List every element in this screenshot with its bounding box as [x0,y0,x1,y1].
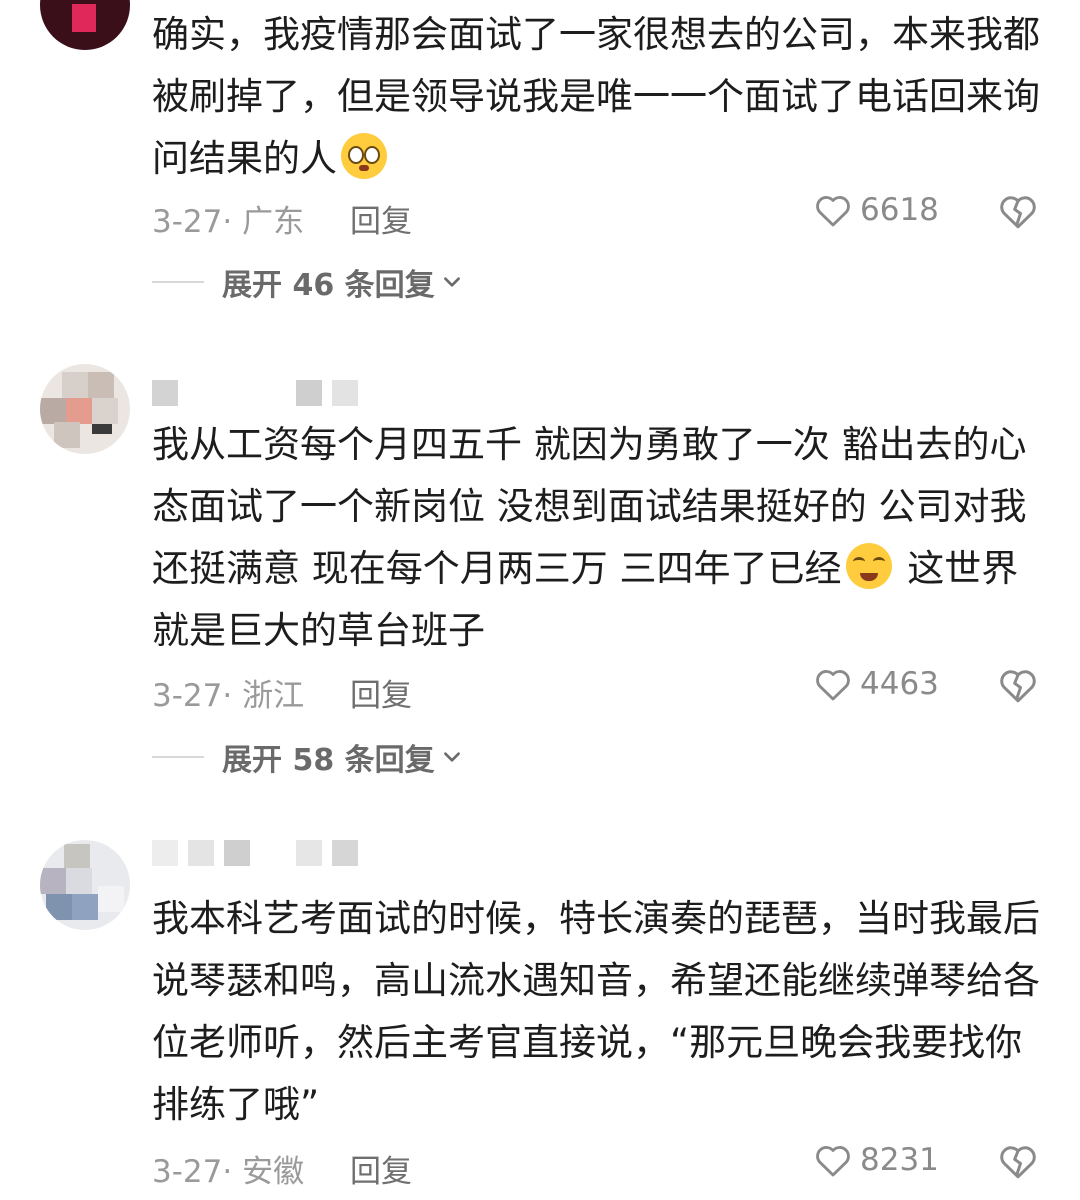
comment-line: 被刷掉了，但是领导说我是唯一一个面试了电话回来询 [152,75,1040,118]
comment-date-location: 3-27· 浙江 [152,678,305,714]
comment-line: 问结果的人 [152,128,1042,190]
comment-date-location: 3-27· 安徽 [152,1154,305,1190]
redacted-block [296,840,322,866]
avatar-pixel [46,894,72,920]
redacted-block [152,380,178,406]
avatar-pixel [66,868,92,894]
avatar-pixel [98,886,124,912]
comment-text: 我从工资每个月四五千 就因为勇敢了一次 豁出去的心 态面试了一个新岗位 没想到面… [152,414,1042,662]
comment-line-text: 这世界 [895,547,1019,590]
expand-replies-button[interactable]: 展开 58 条回复 [152,737,463,778]
comment-line: 确实，我疫情那会面试了一家很想去的公司，本来我都 [152,13,1040,56]
avatar-pixel [54,422,80,448]
redacted-block [332,840,358,866]
like-count: 8231 [860,1142,939,1178]
divider-line [152,281,204,283]
comment-line: 说琴瑟和鸣，高山流水遇知音，希望还能继续弹琴给各 [152,959,1040,1002]
like-button[interactable]: 4463 [814,666,939,702]
like-count: 6618 [860,192,939,228]
avatar-pixel [72,894,98,920]
avatar-pixel [92,424,112,434]
redacted-block [260,840,286,866]
comment-line: 就是巨大的草台班子 [152,609,485,652]
reply-button[interactable]: 回复 [350,670,412,715]
comment-text: 我本科艺考面试的时候，特长演奏的琵琶，当时我最后 说琴瑟和鸣，高山流水遇知音，希… [152,888,1042,1136]
avatar-pixel [40,398,66,424]
chevron-down-icon [443,752,460,762]
username-redacted[interactable] [152,840,358,866]
comment-line-text: 问结果的人 [152,137,337,180]
comment-date-location: 3-27· 广东 [152,204,305,240]
redacted-block [296,380,322,406]
comment-line: 位老师听，然后主考官直接说，“那元旦晚会我要找你 [152,1021,1023,1064]
avatar-pixel [92,398,118,424]
like-count: 4463 [860,666,939,702]
comment-line: 态面试了一个新岗位 没想到面试结果挺好的 公司对我 [152,485,1027,528]
avatar-pixel [62,372,88,398]
expand-replies-button[interactable]: 展开 46 条回复 [152,262,463,303]
expand-replies-label: 展开 46 条回复 [222,268,435,303]
avatar[interactable] [40,0,130,50]
reply-button[interactable]: 回复 [350,196,412,241]
comment-line: 我本科艺考面试的时候，特长演奏的琵琶，当时我最后 [152,897,1040,940]
heart-icon [816,1146,850,1177]
redacted-block [260,380,286,406]
avatar-pixel [64,844,90,870]
avatar-pixel [72,4,96,32]
avatar-pixel [40,868,66,894]
dislike-button[interactable] [998,192,1038,238]
username-redacted[interactable] [152,380,358,406]
redacted-block [332,380,358,406]
redacted-block [152,840,178,866]
comment-text: 确实，我疫情那会面试了一家很想去的公司，本来我都 被刷掉了，但是领导说我是唯一一… [152,4,1042,190]
redacted-block [224,840,250,866]
comment-line: 我从工资每个月四五千 就因为勇敢了一次 豁出去的心 [152,423,1027,466]
avatar-pixel [88,372,114,398]
dislike-button[interactable] [998,666,1038,712]
comment-line: 还挺满意 现在每个月两三万 三四年了已经 这世界 [152,538,1042,600]
broken-heart-icon [1000,1146,1036,1179]
avatar[interactable] [40,840,130,930]
dislike-button[interactable] [998,1142,1038,1188]
broken-heart-icon [1000,196,1036,229]
comment-meta: 3-27· 广东 回复 6618 [152,192,1042,241]
redacted-block [188,840,214,866]
divider-line [152,756,204,758]
heart-icon [816,670,850,701]
like-button[interactable]: 6618 [814,192,939,228]
heart-icon [816,196,850,227]
chevron-down-icon [443,277,460,287]
like-button[interactable]: 8231 [814,1142,939,1178]
comment-line: 排练了哦” [152,1083,320,1126]
pleading-face-icon [341,133,387,179]
avatar-pixel [66,398,92,424]
comment-meta: 3-27· 安徽 回复 8231 [152,1142,1042,1191]
redacted-block [188,380,214,406]
comment-line-text: 还挺满意 现在每个月两三万 三四年了已经 [152,547,842,590]
rolling-laughing-icon [845,543,892,589]
redacted-block [224,380,250,406]
avatar[interactable] [40,364,130,454]
broken-heart-icon [1000,670,1036,703]
comment-meta: 3-27· 浙江 回复 4463 [152,666,1042,715]
expand-replies-label: 展开 58 条回复 [222,743,435,778]
reply-button[interactable]: 回复 [350,1146,412,1191]
